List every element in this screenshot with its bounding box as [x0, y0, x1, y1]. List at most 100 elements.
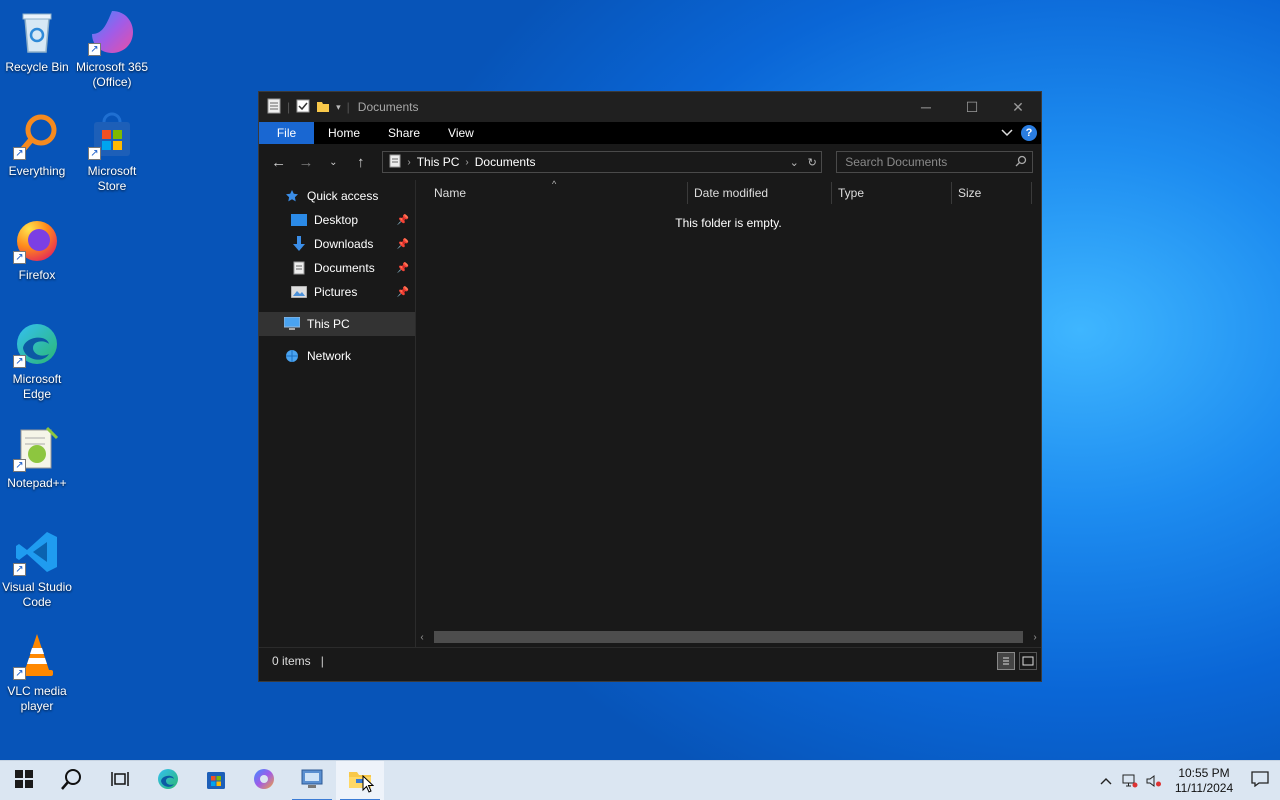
- pin-icon[interactable]: 📌: [397, 263, 409, 274]
- computer-icon: [283, 316, 301, 332]
- search-input[interactable]: [845, 155, 1016, 169]
- notification-center-button[interactable]: [1240, 771, 1280, 790]
- search-box[interactable]: [836, 151, 1033, 173]
- task-view-button[interactable]: [96, 761, 144, 800]
- taskbar-microsoft-store[interactable]: [192, 761, 240, 800]
- desktop-icon-notepad-plus-plus[interactable]: ↗ Notepad++: [0, 424, 74, 491]
- column-header-date-modified[interactable]: Date modified: [688, 182, 832, 204]
- item-count: 0 items: [272, 653, 311, 668]
- shortcut-arrow-icon: ↗: [13, 563, 26, 576]
- address-bar[interactable]: › This PC › Documents ⌄ ↻: [382, 151, 823, 173]
- nav-quick-access[interactable]: Quick access: [259, 184, 415, 208]
- scroll-right-icon[interactable]: ›: [1029, 632, 1041, 643]
- nav-downloads[interactable]: Downloads 📌: [259, 232, 415, 256]
- window-controls: ─ ☐ ✕: [903, 92, 1041, 122]
- details-view-button[interactable]: [997, 651, 1015, 670]
- breadcrumb-chevron-icon[interactable]: ›: [407, 157, 410, 168]
- column-header-name[interactable]: Name ^: [428, 179, 688, 204]
- windows-logo-icon: [15, 770, 33, 791]
- mouse-cursor-icon: [362, 774, 375, 796]
- taskbar-remote-desktop[interactable]: [288, 761, 336, 800]
- forward-button[interactable]: →: [294, 150, 317, 174]
- desktop-icon-label: Microsoft Store: [87, 164, 137, 193]
- search-icon[interactable]: [1015, 155, 1027, 170]
- desktop-icon-label: Recycle Bin: [5, 60, 69, 74]
- up-button[interactable]: ↑: [349, 150, 372, 174]
- microsoft-365-icon: ↗: [88, 8, 136, 56]
- desktop-icon-firefox[interactable]: ↗ Firefox: [0, 216, 74, 283]
- help-icon[interactable]: ?: [1021, 125, 1037, 141]
- desktop-icon-recycle-bin[interactable]: Recycle Bin: [0, 8, 74, 75]
- minimize-button[interactable]: ─: [903, 92, 949, 122]
- tab-share[interactable]: Share: [374, 122, 434, 144]
- column-header-size[interactable]: Size: [952, 182, 1032, 204]
- properties-icon[interactable]: [296, 99, 310, 116]
- taskbar-copilot[interactable]: [240, 761, 288, 800]
- close-button[interactable]: ✕: [995, 92, 1041, 122]
- shortcut-arrow-icon: ↗: [88, 43, 101, 56]
- breadcrumb-this-pc[interactable]: This PC: [417, 155, 460, 169]
- nav-documents[interactable]: Documents 📌: [259, 256, 415, 280]
- large-icons-view-button[interactable]: [1019, 651, 1037, 670]
- desktop-icon-everything[interactable]: ↗ Everything: [0, 112, 74, 179]
- pin-icon[interactable]: 📌: [397, 287, 409, 298]
- document-app-icon: [267, 98, 281, 117]
- desktop-icon-vlc[interactable]: ↗ VLC media player: [0, 632, 74, 714]
- file-explorer-window[interactable]: | ▾ | Documents ─ ☐ ✕ File Home Share Vi…: [258, 91, 1042, 682]
- pin-icon[interactable]: 📌: [397, 239, 409, 250]
- desktop-icon-label: Notepad++: [7, 476, 67, 490]
- nav-label: Desktop: [314, 213, 359, 227]
- show-hidden-icons-chevron-icon[interactable]: [1094, 777, 1118, 785]
- nav-desktop[interactable]: Desktop 📌: [259, 208, 415, 232]
- desktop-icon-label: VLC media player: [7, 684, 67, 713]
- volume-muted-icon[interactable]: [1142, 774, 1166, 788]
- desktop-icon-microsoft-365[interactable]: ↗ Microsoft 365 (Office): [75, 8, 149, 90]
- nav-label: Pictures: [314, 285, 358, 299]
- scrollbar-thumb[interactable]: [434, 631, 1023, 643]
- desktop-icon-microsoft-edge[interactable]: ↗ Microsoft Edge: [0, 320, 74, 402]
- maximize-button[interactable]: ☐: [949, 92, 995, 122]
- shortcut-arrow-icon: ↗: [13, 459, 26, 472]
- nav-pictures[interactable]: Pictures 📌: [259, 280, 415, 304]
- back-button[interactable]: ←: [267, 150, 290, 174]
- taskbar-edge[interactable]: [144, 761, 192, 800]
- edge-icon: [156, 767, 180, 794]
- breadcrumb-documents[interactable]: Documents: [475, 155, 536, 169]
- edge-icon: ↗: [13, 320, 61, 368]
- everything-search-icon: ↗: [13, 112, 61, 160]
- column-header-type[interactable]: Type: [832, 182, 952, 204]
- horizontal-scrollbar[interactable]: ‹ ›: [416, 629, 1041, 645]
- shortcut-arrow-icon: ↗: [13, 251, 26, 264]
- expand-ribbon-chevron-icon[interactable]: [1001, 126, 1013, 140]
- new-folder-icon[interactable]: [316, 99, 330, 116]
- nav-label: This PC: [307, 317, 350, 331]
- refresh-icon[interactable]: ↻: [803, 156, 821, 169]
- title-bar[interactable]: | ▾ | Documents ─ ☐ ✕: [259, 92, 1041, 122]
- nav-network[interactable]: Network: [259, 344, 415, 368]
- network-status-icon[interactable]: [1118, 774, 1142, 788]
- tab-home[interactable]: Home: [314, 122, 374, 144]
- breadcrumb-chevron-icon[interactable]: ›: [465, 157, 468, 168]
- taskbar-clock[interactable]: 10:55 PM 11/11/2024: [1168, 766, 1240, 796]
- desktop-icon-visual-studio-code[interactable]: ↗ Visual Studio Code: [0, 528, 74, 610]
- tab-file[interactable]: File: [259, 122, 314, 144]
- taskbar-file-explorer[interactable]: [336, 760, 384, 800]
- file-list-pane[interactable]: Name ^ Date modified Type Size This fold…: [416, 179, 1041, 647]
- search-icon: [61, 768, 83, 793]
- nav-this-pc[interactable]: This PC: [259, 312, 415, 336]
- sort-ascending-icon: ^: [552, 179, 557, 189]
- recent-locations-chevron-icon[interactable]: ⌄: [322, 150, 345, 174]
- column-headers: Name ^ Date modified Type Size: [416, 179, 1041, 206]
- desktop-icon-microsoft-store[interactable]: ↗ Microsoft Store: [75, 112, 149, 194]
- pin-icon[interactable]: 📌: [397, 215, 409, 226]
- tab-view[interactable]: View: [434, 122, 488, 144]
- desktop-icon-label: Everything: [8, 164, 66, 178]
- customize-toolbar-chevron-icon[interactable]: ▾: [336, 102, 341, 113]
- search-button[interactable]: [48, 761, 96, 800]
- scroll-left-icon[interactable]: ‹: [416, 632, 428, 643]
- start-button[interactable]: [0, 761, 48, 800]
- shortcut-arrow-icon: ↗: [13, 147, 26, 160]
- document-location-icon: [389, 154, 401, 171]
- address-history-chevron-icon[interactable]: ⌄: [785, 156, 803, 169]
- nav-label: Quick access: [307, 189, 379, 203]
